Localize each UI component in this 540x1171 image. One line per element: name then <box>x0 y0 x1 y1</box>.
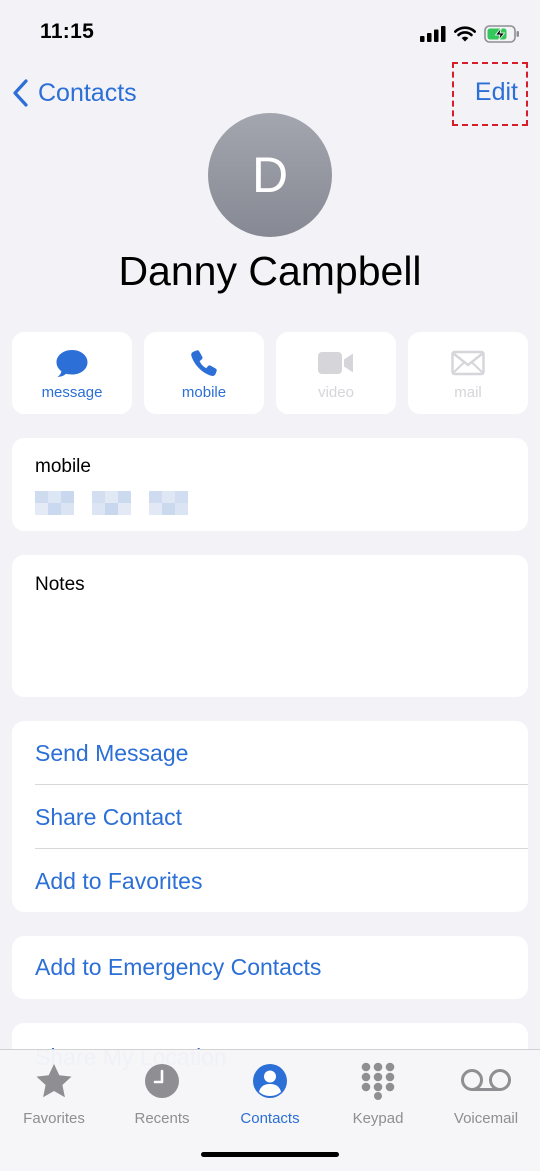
emergency-card: Add to Emergency Contacts <box>12 936 528 999</box>
pixelated-number-part <box>149 491 188 503</box>
message-bubble-icon <box>56 350 88 377</box>
clock-icon <box>145 1064 179 1098</box>
video-action-button[interactable]: video <box>276 332 396 414</box>
avatar: D <box>208 113 332 237</box>
notes-card[interactable]: Notes <box>12 555 528 697</box>
back-label: Contacts <box>38 78 137 107</box>
pixelated-number-part <box>92 503 131 515</box>
phone-label: mobile <box>35 456 91 477</box>
mobile-action-label: mobile <box>181 384 227 401</box>
tab-keypad[interactable]: Keypad <box>324 1058 432 1127</box>
tab-recents[interactable]: Recents <box>108 1058 216 1127</box>
tab-favorites-label: Favorites <box>23 1110 85 1127</box>
notes-label: Notes <box>35 574 85 595</box>
battery-charging-icon <box>484 25 519 43</box>
person-circle-icon <box>253 1064 287 1098</box>
pixelated-number-part <box>35 491 74 503</box>
tab-contacts-label: Contacts <box>240 1110 300 1127</box>
tab-contacts[interactable]: Contacts <box>216 1058 324 1127</box>
home-indicator <box>201 1152 339 1157</box>
send-message-row[interactable]: Send Message <box>35 721 528 785</box>
tab-favorites[interactable]: Favorites <box>0 1058 108 1127</box>
share-contact-row[interactable]: Share Contact <box>35 785 528 849</box>
contact-actions-list: Send Message Share Contact Add to Favori… <box>12 721 528 912</box>
back-button[interactable]: Contacts <box>12 78 137 108</box>
contact-name: Danny Campbell <box>118 248 422 294</box>
voicemail-icon <box>461 1069 511 1091</box>
video-action-label: video <box>318 384 354 401</box>
message-action-button[interactable]: message <box>12 332 132 414</box>
mobile-action-button[interactable]: mobile <box>144 332 264 414</box>
quick-actions: message mobile video mail <box>12 332 528 414</box>
mail-action-label: mail <box>454 384 482 401</box>
avatar-initial: D <box>251 147 289 203</box>
keypad-icon <box>361 1062 395 1100</box>
phone-number-card[interactable]: mobile <box>12 438 528 531</box>
phone-icon <box>191 350 217 376</box>
message-action-label: message <box>41 384 103 401</box>
highlight-box <box>452 62 528 126</box>
add-emergency-contact-row[interactable]: Add to Emergency Contacts <box>35 936 528 999</box>
status-time: 11:15 <box>40 20 95 43</box>
status-icons <box>420 22 520 46</box>
signal-icon <box>420 26 446 42</box>
tab-recents-label: Recents <box>134 1110 190 1127</box>
envelope-icon <box>451 350 485 376</box>
star-icon <box>36 1064 72 1098</box>
tab-keypad-label: Keypad <box>352 1110 404 1127</box>
tab-voicemail[interactable]: Voicemail <box>432 1058 540 1127</box>
chevron-left-icon <box>13 79 28 107</box>
pixelated-number-part <box>149 503 188 515</box>
add-to-favorites-row[interactable]: Add to Favorites <box>35 849 528 913</box>
wifi-icon <box>454 26 476 42</box>
tab-voicemail-label: Voicemail <box>453 1110 519 1127</box>
pixelated-number-part <box>92 491 131 503</box>
video-camera-icon <box>318 352 353 374</box>
mail-action-button[interactable]: mail <box>408 332 528 414</box>
pixelated-number-part <box>35 503 74 515</box>
